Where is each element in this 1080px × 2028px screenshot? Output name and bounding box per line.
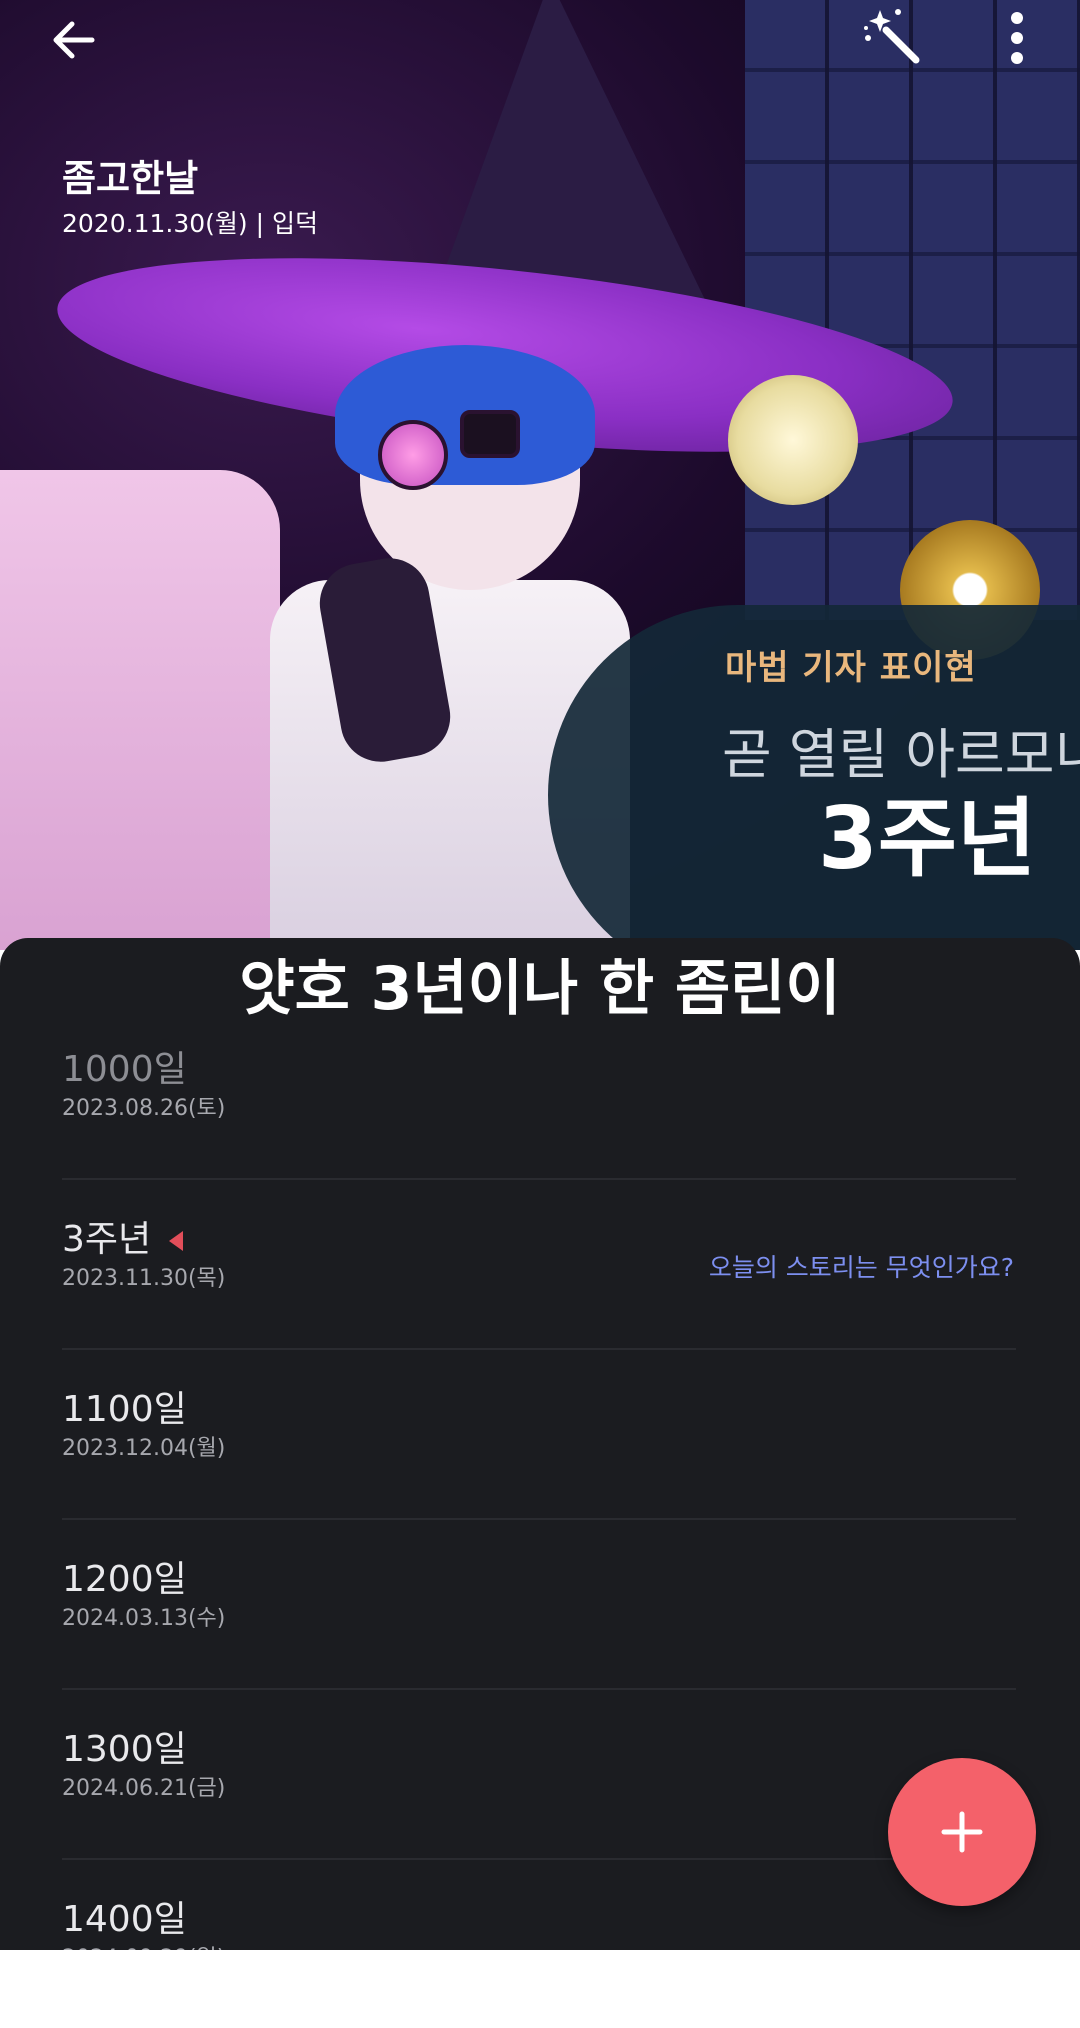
list-item[interactable]: 3주년 2023.11.30(목) 오늘의 스토리는 무엇인가요? xyxy=(62,1180,1016,1350)
milestone-date: 2023.11.30(목) xyxy=(62,1266,226,1291)
today-marker-icon xyxy=(169,1231,184,1251)
milestone-date: 2023.08.26(토) xyxy=(62,1096,226,1121)
list-item[interactable]: 1000일 2023.08.26(토) xyxy=(62,1010,1016,1180)
list-item[interactable]: 1300일 2024.06.21(금) xyxy=(62,1690,1016,1860)
witch-hat-cone xyxy=(430,0,710,310)
milestone-date: 2024.06.21(금) xyxy=(62,1776,226,1801)
magic-wand-button[interactable] xyxy=(858,4,928,74)
plus-icon xyxy=(941,1811,983,1853)
back-button[interactable] xyxy=(44,10,104,70)
page-subtitle: 2020.11.30(월) | 입덕 xyxy=(62,209,318,238)
light-bulb xyxy=(728,375,858,505)
milestone-label: 1200일 xyxy=(62,1559,187,1600)
dark-lens xyxy=(460,410,520,458)
add-story-button[interactable] xyxy=(888,1758,1036,1906)
round-glasses xyxy=(378,420,448,490)
milestone-list: 1000일 2023.08.26(토) 3주년 2023.11.30(목) 오늘… xyxy=(62,1010,1016,2028)
parchment-scroll xyxy=(0,470,280,950)
milestone-label: 3주년 xyxy=(62,1210,184,1262)
milestone-label: 1300일 xyxy=(62,1729,187,1770)
milestone-date: 2024.03.13(수) xyxy=(62,1606,226,1631)
back-arrow-icon xyxy=(53,21,95,59)
badge-big-text: 3주년 xyxy=(818,789,1037,889)
milestone-label: 1400일 xyxy=(62,1899,187,1940)
cover-image: 마법 기자 표이현 곧 열릴 아르모니 3주년 xyxy=(0,0,1080,950)
list-item[interactable]: 1100일 2023.12.04(월) xyxy=(62,1350,1016,1520)
more-vert-icon xyxy=(1011,12,1023,64)
brick-wall xyxy=(745,0,1080,620)
list-item[interactable]: 1200일 2024.03.13(수) xyxy=(62,1520,1016,1690)
milestone-label-text: 3주년 xyxy=(62,1219,152,1260)
milestone-label: 1100일 xyxy=(62,1389,187,1430)
milestone-date: 2023.12.04(월) xyxy=(62,1436,226,1461)
story-prompt-link[interactable]: 오늘의 스토리는 무엇인가요? xyxy=(709,1248,1014,1284)
magic-wand-icon xyxy=(864,9,920,64)
milestone-label: 1000일 xyxy=(62,1049,187,1090)
page-title: 좀고한날 xyxy=(62,157,199,200)
badge-subtitle: 마법 기자 표이현 xyxy=(725,648,977,688)
more-options-button[interactable] xyxy=(1002,8,1032,68)
bottom-blank-area xyxy=(0,1950,1080,2018)
